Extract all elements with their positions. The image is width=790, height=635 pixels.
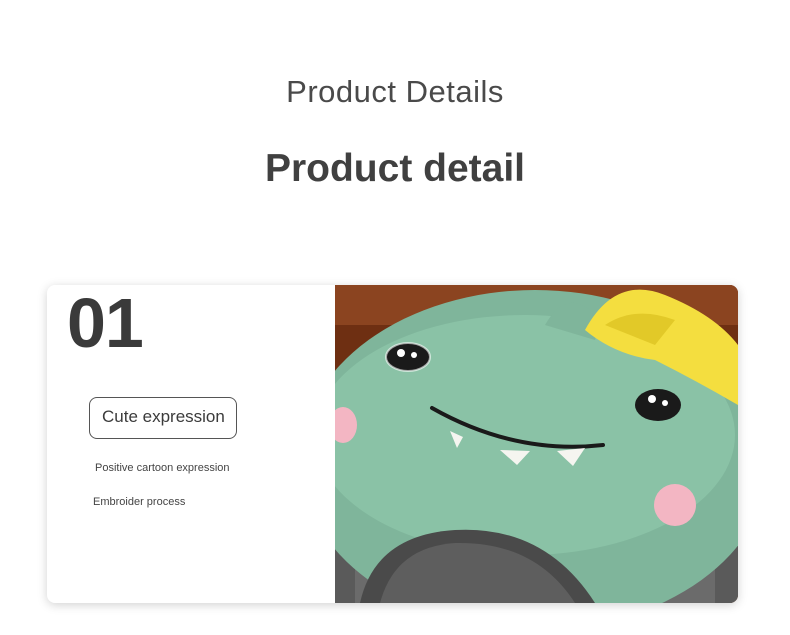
section-title: Product Details: [286, 74, 504, 109]
section-subtitle: Product detail: [264, 147, 526, 190]
product-photo: [335, 285, 738, 603]
feature-number: 01: [67, 285, 144, 362]
feature-text-panel: 01 Cute expression Positive cartoon expr…: [47, 285, 335, 603]
feature-point-1: Positive cartoon expression: [95, 462, 230, 474]
feature-card: 01 Cute expression Positive cartoon expr…: [47, 285, 738, 603]
feature-point-2: Embroider process: [93, 496, 186, 508]
feature-label: Cute expression: [102, 407, 225, 426]
